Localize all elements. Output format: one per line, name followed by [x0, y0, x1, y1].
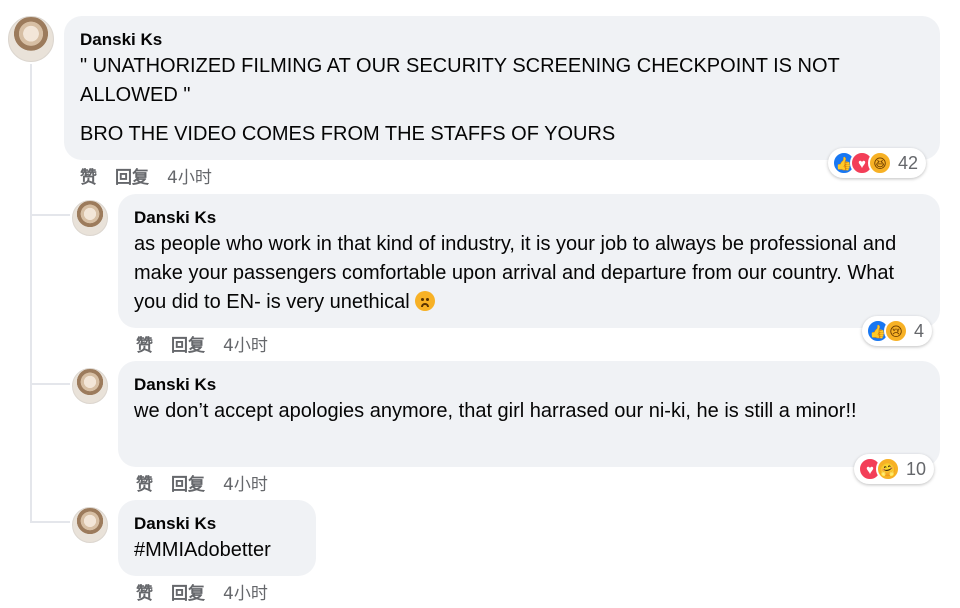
reply-button[interactable]: 回复	[115, 163, 149, 188]
reply-button[interactable]: 回复	[171, 470, 205, 495]
comment-text: " UNATHORIZED FILMING AT OUR SECURITY SC…	[80, 55, 844, 106]
like-button[interactable]: 赞	[136, 470, 153, 495]
frowning-face-icon	[415, 291, 436, 311]
thread-connector	[30, 214, 70, 216]
comment-author[interactable]: Danski Ks	[134, 208, 924, 228]
comment-text: BRO THE VIDEO COMES FROM THE STAFFS OF Y…	[80, 123, 616, 145]
reaction-count: 4	[914, 320, 925, 341]
comment-actions: 赞 回复 4小时	[136, 331, 268, 356]
thread-connector	[30, 521, 70, 523]
reaction-summary[interactable]: ♥ 🤗 10	[854, 454, 935, 484]
reaction-count: 42	[898, 152, 919, 173]
comment-timestamp[interactable]: 4小时	[223, 470, 268, 495]
comment-author[interactable]: Danski Ks	[134, 514, 300, 534]
reaction-summary[interactable]: 👍 ♥ 😆 42	[828, 148, 927, 178]
like-button[interactable]: 赞	[136, 579, 153, 604]
care-icon: 🤗	[876, 457, 900, 481]
thread-connector	[30, 383, 70, 385]
comment-bubble: Danski Ks " UNATHORIZED FILMING AT OUR S…	[64, 16, 940, 160]
like-button[interactable]: 赞	[80, 163, 97, 188]
comment-timestamp[interactable]: 4小时	[223, 579, 268, 604]
comment-bubble: Danski Ks we don’t accept apologies anym…	[118, 361, 940, 467]
comment-timestamp[interactable]: 4小时	[167, 163, 212, 188]
avatar[interactable]	[72, 200, 108, 236]
comment-actions: 赞 回复 4小时	[80, 163, 212, 188]
comment-text: we don’t accept apologies anymore, that …	[134, 400, 857, 422]
like-button[interactable]: 赞	[136, 331, 153, 356]
avatar[interactable]	[8, 16, 54, 62]
thread-line-vertical	[30, 64, 32, 522]
sad-icon: 😢	[884, 319, 908, 343]
comment-text-body: as people who work in that kind of indus…	[134, 233, 902, 313]
comment-bubble: Danski Ks as people who work in that kin…	[118, 194, 940, 328]
comment-timestamp[interactable]: 4小时	[223, 331, 268, 356]
comment-text: as people who work in that kind of indus…	[134, 230, 924, 317]
avatar[interactable]	[72, 507, 108, 543]
haha-icon: 😆	[868, 151, 892, 175]
reply-button[interactable]: 回复	[171, 579, 205, 604]
reply-button[interactable]: 回复	[171, 331, 205, 356]
comment-text: #MMIAdobetter	[134, 539, 271, 561]
comment-author[interactable]: Danski Ks	[134, 375, 924, 395]
reaction-summary[interactable]: 👍 😢 4	[862, 316, 933, 346]
reaction-count: 10	[906, 458, 927, 479]
comment-bubble: Danski Ks #MMIAdobetter	[118, 500, 316, 576]
comment-author[interactable]: Danski Ks	[80, 30, 924, 50]
avatar[interactable]	[72, 368, 108, 404]
comment-actions: 赞 回复 4小时	[136, 470, 268, 495]
comment-actions: 赞 回复 4小时	[136, 579, 268, 604]
